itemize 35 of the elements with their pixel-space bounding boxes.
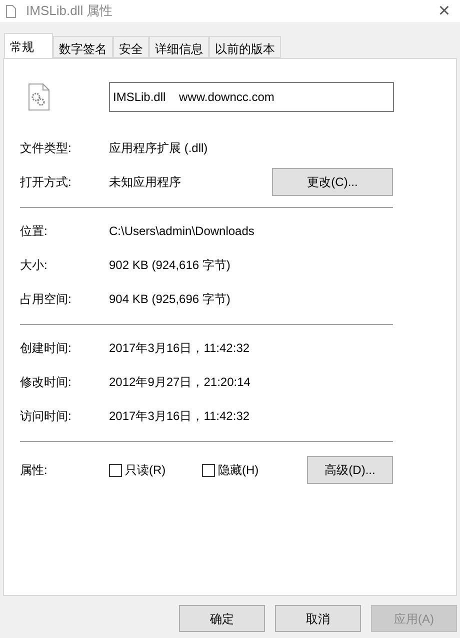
field-value: 应用程序扩展 (.dll): [109, 140, 209, 157]
tab[interactable]: 安全: [113, 36, 149, 58]
field-label: 属性:: [20, 462, 48, 479]
field-label: 文件类型:: [20, 140, 72, 157]
checkbox[interactable]: [202, 464, 215, 476]
dialog-button[interactable]: 确定: [179, 605, 265, 632]
tab[interactable]: 常规: [4, 33, 53, 58]
checkbox[interactable]: [109, 464, 122, 476]
tab[interactable]: 详细信息: [149, 36, 209, 58]
checkbox-label: 隐藏(H): [218, 462, 259, 479]
file-name-field[interactable]: IMSLib.dll www.downcc.com: [109, 82, 394, 112]
field-label: 占用空间:: [20, 291, 72, 308]
field-label: 位置:: [20, 223, 48, 240]
tab[interactable]: 以前的版本: [209, 36, 281, 58]
field-label: 打开方式:: [20, 174, 72, 191]
close-button[interactable]: ×: [438, 1, 450, 21]
field-value: 904 KB (925,696 字节): [109, 291, 232, 308]
field-value: 2017年3月16日，11:42:32: [109, 340, 251, 357]
field-value: 2012年9月27日，21:20:14: [109, 374, 252, 391]
advanced-button[interactable]: 高级(D)...: [307, 456, 393, 484]
checkbox-label: 只读(R): [125, 462, 166, 479]
field-value: C:\Users\admin\Downloads: [109, 223, 256, 240]
tab[interactable]: 数字签名: [53, 36, 113, 58]
dialog-button[interactable]: 取消: [275, 605, 361, 632]
file-icon: [6, 4, 16, 18]
change-button[interactable]: 更改(C)...: [272, 168, 393, 196]
field-value: 未知应用程序: [109, 174, 182, 191]
field-label: 大小:: [20, 257, 48, 274]
field-label: 访问时间:: [20, 408, 72, 425]
gear-file-icon: [28, 83, 50, 111]
field-value: 2017年3月16日，11:42:32: [109, 408, 251, 425]
field-label: 创建时间:: [20, 340, 72, 357]
window-title: IMSLib.dll 属性: [26, 2, 113, 20]
field-value: 902 KB (924,616 字节): [109, 257, 232, 274]
field-label: 修改时间:: [20, 374, 72, 391]
